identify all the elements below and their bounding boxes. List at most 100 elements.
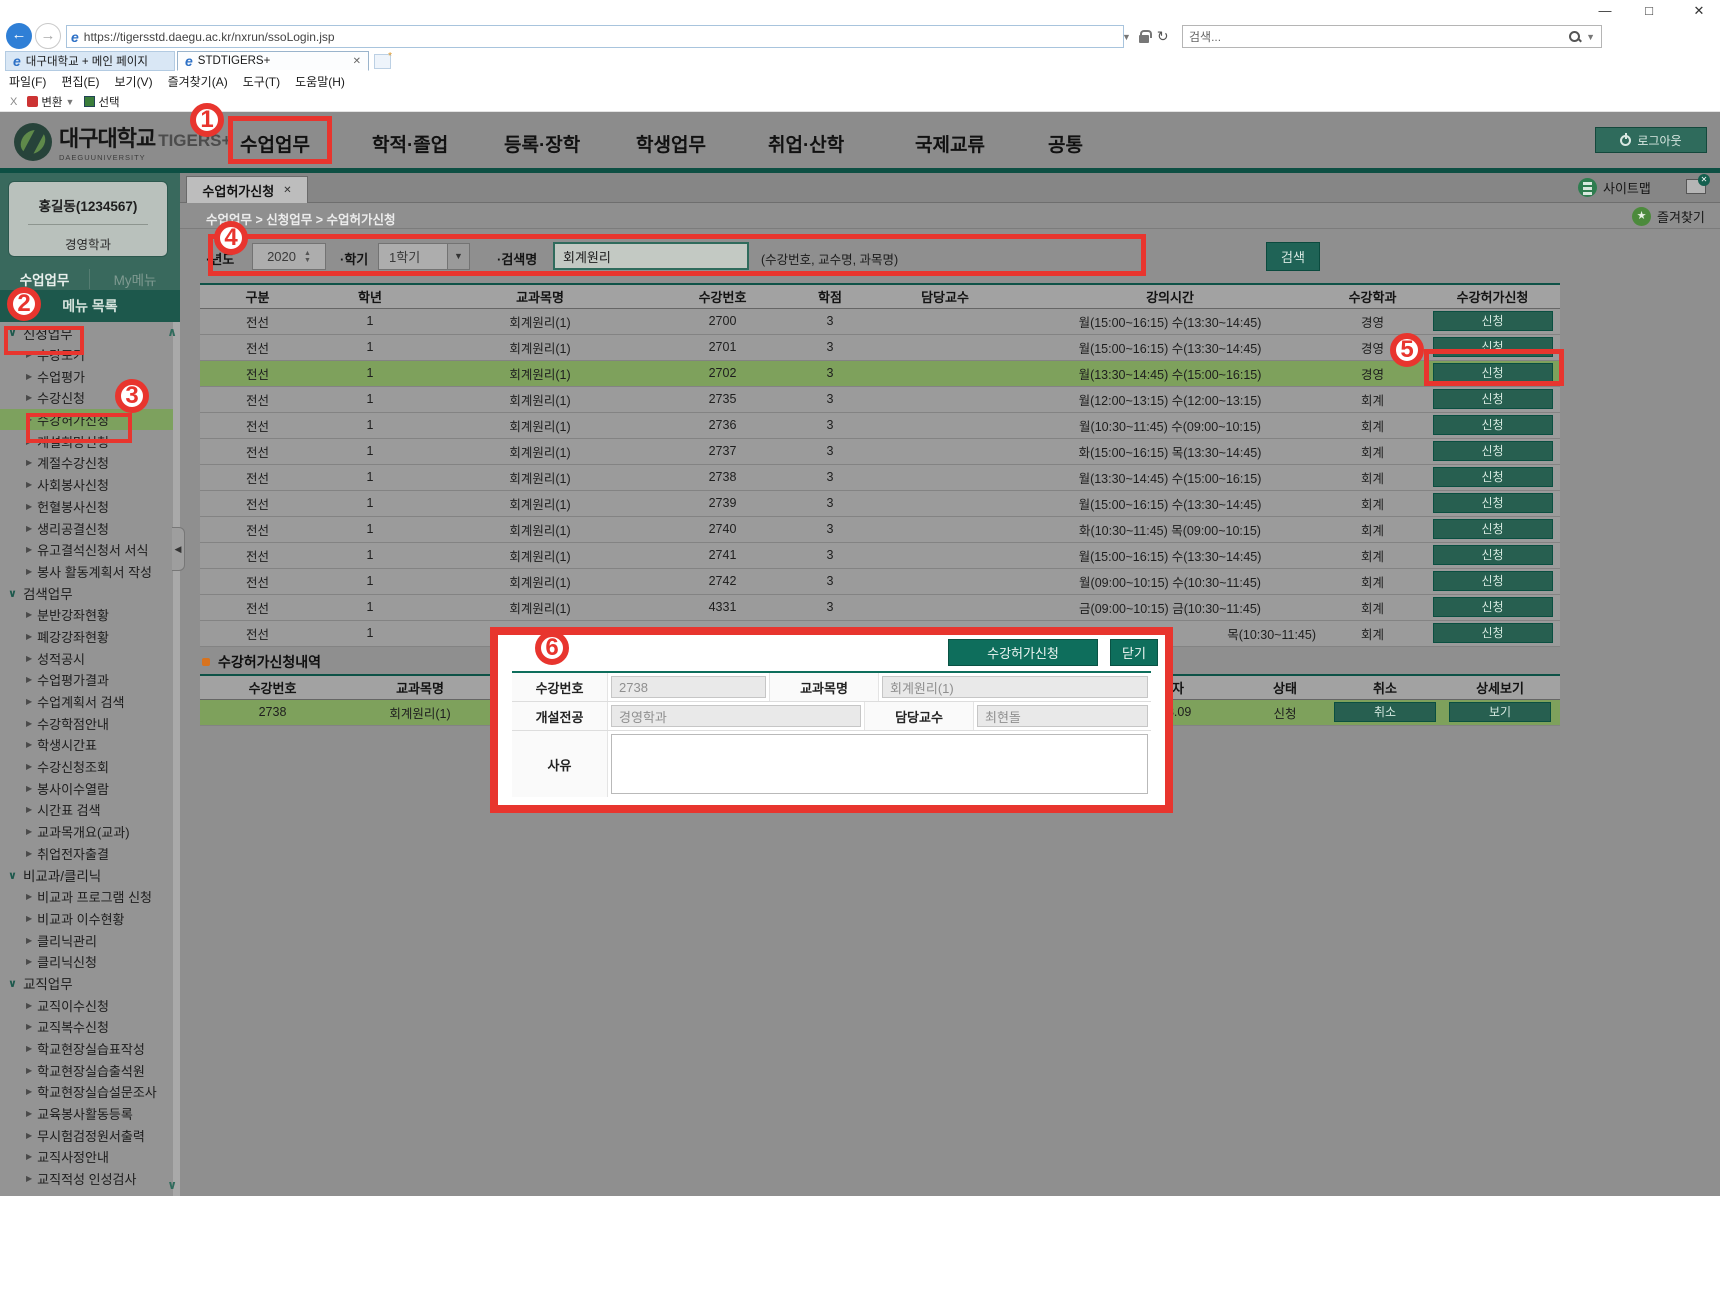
modal-major-input[interactable]: 경영학과 — [611, 705, 861, 727]
apply-button[interactable]: 신청 — [1433, 571, 1553, 591]
menu-help[interactable]: 도움말(H) — [295, 73, 345, 90]
sidebar-item[interactable]: ▶시간표 검색 — [0, 799, 180, 821]
sidebar-item[interactable]: ▶교직적성 인성검사 — [0, 1168, 180, 1190]
browser-search-box[interactable]: 검색... ▼ — [1182, 25, 1602, 48]
nav-common[interactable]: 공통 — [1048, 130, 1083, 157]
search-button[interactable]: 검색 — [1266, 242, 1320, 271]
new-tab-button[interactable] — [374, 54, 391, 69]
course-row[interactable]: 전선1회계원리(1)43313금(09:00~10:15) 금(10:30~11… — [200, 594, 1560, 620]
url-dropdown-icon[interactable]: ▼ — [1122, 32, 1131, 42]
scroll-down-icon[interactable]: ∨ — [167, 1178, 177, 1192]
sidebar-item[interactable]: ▶수강허가신청 — [0, 409, 180, 431]
semester-select[interactable]: 1학기 ▼ — [378, 243, 470, 270]
menu-tools[interactable]: 도구(T) — [243, 73, 280, 90]
sidebar-item[interactable]: ▶수업평가 — [0, 365, 180, 387]
sidebar-item[interactable]: ▶봉사이수열람 — [0, 777, 180, 799]
sidebar-item[interactable]: ▶비교과 이수현황 — [0, 908, 180, 930]
sidebar-item[interactable]: ▶학교현장실습설문조사 — [0, 1081, 180, 1103]
page-tab-close-icon[interactable]: ✕ — [283, 185, 291, 196]
sidebar-item[interactable]: ▶생리공결신청 — [0, 517, 180, 539]
apply-button[interactable]: 신청 — [1433, 519, 1553, 539]
sidebar-item[interactable]: ▶분반강좌현황 — [0, 604, 180, 626]
sidebar-item[interactable]: ▶교과목개요(교과) — [0, 821, 180, 843]
course-row[interactable]: 전선1회계원리(1)27423월(09:00~10:15) 수(10:30~11… — [200, 568, 1560, 594]
modal-prof-input[interactable]: 최현돌 — [977, 705, 1148, 727]
spinner-arrows-icon[interactable]: ▲▼ — [304, 250, 311, 264]
sidebar-item[interactable]: ▶계설희망신청 — [0, 430, 180, 452]
sidebar-item[interactable]: ▶학생시간표 — [0, 734, 180, 756]
nav-registration[interactable]: 등록·장학 — [504, 130, 580, 157]
sidebar-item[interactable]: ▶교직사정안내 — [0, 1146, 180, 1168]
sidebar-collapse-handle[interactable]: ◀ — [172, 527, 185, 571]
apply-button[interactable]: 신청 — [1433, 623, 1553, 643]
course-row[interactable]: 전선1회계원리(1)27393월(15:00~16:15) 수(13:30~14… — [200, 490, 1560, 516]
search-icon[interactable] — [1569, 31, 1580, 42]
view-button[interactable]: 보기 — [1449, 702, 1551, 722]
apply-button[interactable]: 신청 — [1433, 415, 1553, 435]
menu-view[interactable]: 보기(V) — [114, 73, 152, 90]
sidebar-item[interactable]: ▶클리닉관리 — [0, 929, 180, 951]
sidebar-item[interactable]: ▶비교과 프로그램 신청 — [0, 886, 180, 908]
apply-button[interactable]: 신청 — [1433, 493, 1553, 513]
nav-records[interactable]: 학적·졸업 — [372, 130, 448, 157]
nav-student-work[interactable]: 학생업무 — [636, 130, 706, 157]
modal-apply-button[interactable]: 수강허가신청 — [948, 639, 1098, 666]
apply-button[interactable]: 신청 — [1433, 597, 1553, 617]
menu-file[interactable]: 파일(F) — [9, 73, 46, 90]
course-row[interactable]: 전선1회계원리(1)27353월(12:00~13:15) 수(12:00~13… — [200, 386, 1560, 412]
sidebar-item[interactable]: ▶유고결석신청서 서식 — [0, 539, 180, 561]
apply-button[interactable]: 신청 — [1433, 337, 1553, 357]
cancel-button[interactable]: 취소 — [1334, 702, 1436, 722]
logout-button[interactable]: 로그아웃 — [1595, 127, 1707, 153]
close-all-tabs-icon[interactable] — [1686, 179, 1706, 194]
sidebar-item[interactable]: ▶교직이수신청 — [0, 994, 180, 1016]
apply-button[interactable]: 신청 — [1433, 311, 1553, 331]
sidebar-item[interactable]: ▶교직복수신청 — [0, 1016, 180, 1038]
nav-course-work[interactable]: 수업업무 — [240, 130, 310, 157]
browser-back-button[interactable]: ← — [6, 23, 32, 49]
sidebar-scrollbar[interactable] — [173, 322, 180, 1196]
modal-close-button[interactable]: 닫기 — [1110, 639, 1158, 666]
sidebar-item[interactable]: ▶폐강강좌현황 — [0, 626, 180, 648]
sidebar-item[interactable]: ▶취업전자출결 — [0, 843, 180, 865]
sidebar-item[interactable]: ▶무시험검정원서출력 — [0, 1124, 180, 1146]
nav-employment[interactable]: 취업·산학 — [768, 130, 844, 157]
modal-reason-textarea[interactable] — [611, 734, 1148, 794]
sidebar-item[interactable]: ∨교직업무 — [0, 973, 180, 995]
year-spinner[interactable]: 2020 ▲▼ — [252, 243, 326, 270]
menu-favorites[interactable]: 즐겨찾기(A) — [168, 73, 228, 90]
sidebar-item[interactable]: ▶학교현장실습출석원 — [0, 1059, 180, 1081]
browser-forward-button[interactable]: → — [35, 23, 61, 49]
search-dropdown-icon[interactable]: ▼ — [1586, 32, 1595, 42]
course-row[interactable]: 전선1회계원리(1)27013월(15:00~16:15) 수(13:30~14… — [200, 334, 1560, 360]
toolbar-close-icon[interactable]: X — [10, 96, 17, 108]
scroll-up-icon[interactable]: ∧ — [167, 325, 177, 339]
sidebar-item[interactable]: ▶계절수강신청 — [0, 452, 180, 474]
course-row[interactable]: 전선1회계원리(1)27383월(13:30~14:45) 수(15:00~16… — [200, 464, 1560, 490]
sidebar-item[interactable]: ▶수업계획서 검색 — [0, 691, 180, 713]
sidebar-item[interactable]: ▶수강신청조회 — [0, 756, 180, 778]
convert-dropdown-icon[interactable]: ▼ — [66, 97, 75, 107]
sitemap-link[interactable]: 사이트맵 — [1578, 178, 1651, 197]
sidebar-item[interactable]: ▶성적공시 — [0, 647, 180, 669]
sidebar-item[interactable]: ∨비교과/클리닉 — [0, 864, 180, 886]
browser-tab-stdtigers[interactable]: e STDTIGERS+ ✕ — [177, 51, 369, 71]
url-field[interactable]: e https://tigersstd.daegu.ac.kr/nxrun/ss… — [66, 25, 1124, 48]
window-minimize-icon[interactable]: — — [1590, 2, 1620, 20]
sidebar-item[interactable]: ▶교육봉사활동등록 — [0, 1103, 180, 1125]
window-maximize-icon[interactable]: □ — [1634, 2, 1664, 20]
sidebar-item[interactable]: ▶학교현장실습표작성 — [0, 1038, 180, 1060]
tab-close-icon[interactable]: ✕ — [353, 56, 361, 67]
apply-button[interactable]: 신청 — [1433, 467, 1553, 487]
course-row[interactable]: 전선1회계원리(1)27023월(13:30~14:45) 수(15:00~16… — [200, 360, 1560, 386]
select-dropdown-icon[interactable]: ▼ — [447, 244, 469, 269]
refresh-icon[interactable]: ↻ — [1157, 28, 1169, 45]
sidebar-item[interactable]: ▶수업평가결과 — [0, 669, 180, 691]
apply-button[interactable]: 신청 — [1433, 441, 1553, 461]
pdf-convert-button[interactable]: 변환 ▼ — [27, 94, 74, 110]
favorites-link[interactable]: ★ 즐겨찾기 — [1632, 207, 1705, 226]
sidebar-item[interactable]: ▶봉사 활동계획서 작성 — [0, 561, 180, 583]
page-tab-course-permission[interactable]: 수업허가신청 ✕ — [186, 176, 308, 203]
apply-button[interactable]: 신청 — [1433, 389, 1553, 409]
sidebar-tab-my-menu[interactable]: My메뉴 — [90, 269, 180, 289]
